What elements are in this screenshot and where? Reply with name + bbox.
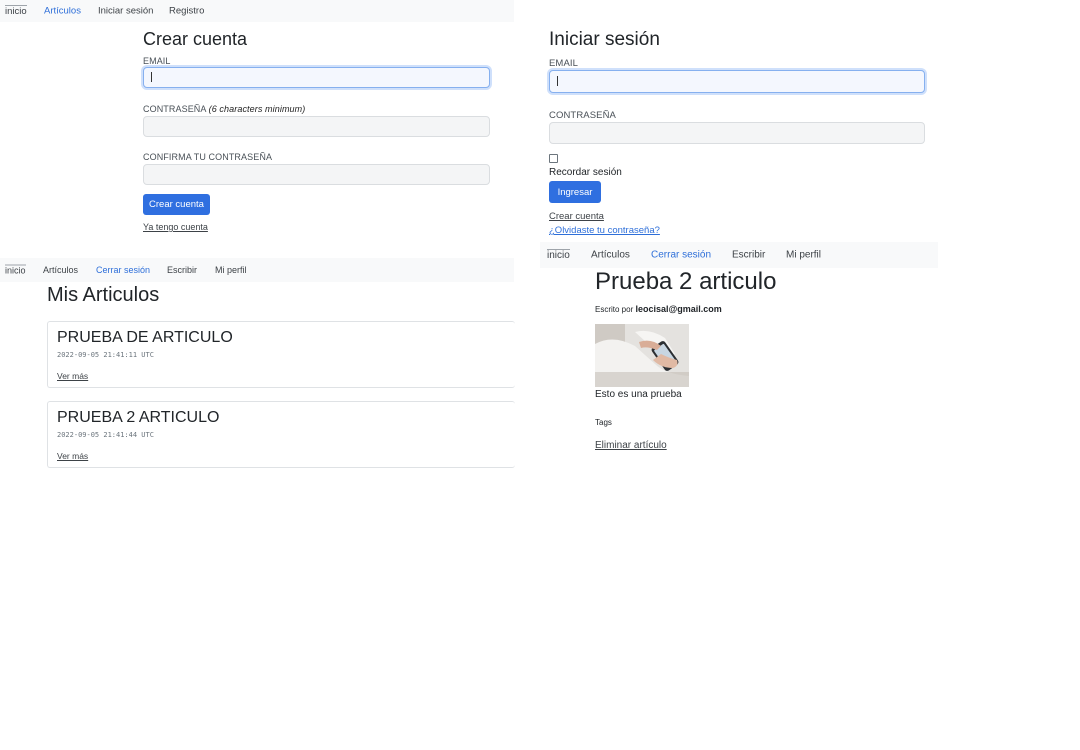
article-title: Prueba 2 articulo (595, 268, 777, 295)
article-card: PRUEBA DE ARTICULO 2022-09-05 21:41:11 U… (47, 321, 515, 388)
nav-item-articulos[interactable]: Artículos (591, 250, 630, 261)
article-card-title: PRUEBA DE ARTICULO (57, 329, 233, 346)
article-card-timestamp: 2022-09-05 21:41:11 UTC (57, 351, 154, 359)
article-card-timestamp: 2022-09-05 21:41:44 UTC (57, 431, 154, 439)
login-email-label: EMAIL (549, 58, 579, 69)
article-card-title: PRUEBA 2 ARTICULO (57, 409, 220, 426)
see-more-link[interactable]: Ver más (57, 371, 88, 381)
my-articles-title: Mis Articulos (47, 284, 160, 306)
nav-item-escribir[interactable]: Escribir (732, 250, 765, 261)
remember-label: Recordar sesión (549, 167, 622, 178)
article-card: PRUEBA 2 ARTICULO 2022-09-05 21:41:44 UT… (47, 401, 515, 468)
register-password-label-text: CONTRASEÑA (143, 104, 207, 114)
login-email-input[interactable] (549, 70, 925, 93)
register-password-input[interactable] (143, 116, 490, 137)
register-title: Crear cuenta (143, 29, 248, 49)
nav-item-registro[interactable]: Registro (169, 6, 204, 17)
login-password-label: CONTRASEÑA (549, 110, 616, 121)
register-email-label: EMAIL (143, 56, 171, 66)
article-author: leocisal@gmail.com (635, 304, 722, 314)
see-more-link[interactable]: Ver más (57, 451, 88, 461)
nav-item-inicio[interactable]: inicio (5, 264, 26, 276)
nav-item-inicio[interactable]: inicio (5, 5, 27, 17)
login-submit-button[interactable]: Ingresar (549, 181, 601, 203)
nav-item-inicio[interactable]: inicio (547, 249, 570, 261)
register-confirm-input[interactable] (143, 164, 490, 185)
create-account-button[interactable]: Crear cuenta (143, 194, 210, 215)
nav-item-articulos[interactable]: Artículos (44, 6, 81, 17)
article-byline: Escrito por leocisal@gmail.com (595, 304, 722, 314)
phone-in-hands-photo (595, 324, 689, 387)
login-title: Iniciar sesión (549, 29, 660, 50)
register-confirm-label: CONFIRMA TU CONTRASEÑA (143, 152, 273, 162)
delete-article-link[interactable]: Eliminar artículo (595, 440, 667, 451)
create-account-link[interactable]: Crear cuenta (549, 211, 604, 222)
remember-checkbox[interactable] (549, 154, 558, 163)
nav-item-articulos[interactable]: Artículos (43, 265, 78, 275)
register-password-label: CONTRASEÑA (6 characters minimum) (143, 104, 305, 114)
navbar-register: inicio Artículos Iniciar sesión Registro (0, 0, 514, 22)
tags-label: Tags (595, 418, 612, 427)
nav-item-iniciar-sesion[interactable]: Iniciar sesión (98, 6, 153, 17)
nav-item-mi-perfil[interactable]: Mi perfil (786, 250, 821, 261)
text-caret (557, 76, 558, 86)
have-account-link[interactable]: Ya tengo cuenta (143, 222, 208, 232)
nav-item-mi-perfil[interactable]: Mi perfil (215, 265, 247, 275)
login-password-input[interactable] (549, 122, 925, 144)
navbar-article: inicio Artículos Cerrar sesión Escribir … (540, 242, 938, 268)
register-password-hint: (6 characters minimum) (208, 104, 306, 114)
nav-item-cerrar-sesion[interactable]: Cerrar sesión (651, 250, 711, 261)
register-email-input[interactable] (143, 67, 490, 88)
text-caret (151, 72, 152, 82)
article-image (595, 324, 689, 387)
written-by-label: Escrito por (595, 305, 634, 314)
nav-item-escribir[interactable]: Escribir (167, 265, 197, 275)
navbar-my-articles: inicio Artículos Cerrar sesión Escribir … (0, 258, 514, 282)
nav-item-cerrar-sesion[interactable]: Cerrar sesión (96, 265, 150, 275)
article-body: Esto es una prueba (595, 389, 682, 400)
forgot-password-link[interactable]: ¿Olvidaste tu contraseña? (549, 225, 660, 236)
